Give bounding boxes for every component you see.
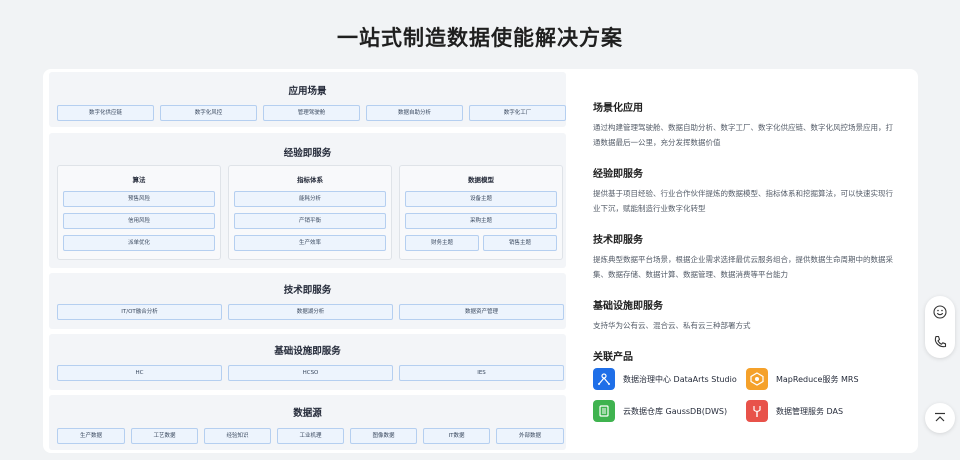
- floating-contact-bar: [925, 296, 955, 358]
- scenario-chip[interactable]: 数字化供应链: [57, 105, 154, 121]
- model-chip[interactable]: 产销平衡: [234, 213, 386, 229]
- product-mrs[interactable]: MapReduce服务 MRS: [746, 368, 859, 390]
- das-icon: [746, 400, 768, 422]
- model-chip[interactable]: 采购主题: [405, 213, 557, 229]
- model-chip[interactable]: 销售主题: [483, 235, 557, 251]
- source-chip[interactable]: 外部数据: [496, 428, 564, 444]
- data-source-layer: 数据源 生产数据 工艺数据 经验知识 工业机理 图像数据 IT数据 外部数据: [49, 395, 566, 450]
- product-label: 云数据仓库 GaussDB(DWS): [623, 406, 728, 416]
- infrastructure-layer: 基础设施即服务 HC HCSO IES: [49, 334, 566, 390]
- experience-layer-title: 经验即服务: [283, 148, 332, 159]
- product-das[interactable]: 数据管理服务 DAS: [746, 400, 843, 422]
- data-model-group: 数据模型 设备主题 采购主题 财务主题 销售主题: [399, 165, 563, 260]
- infrastructure-layer-title: 基础设施即服务: [274, 346, 341, 357]
- technology-chip[interactable]: 数据湖分析: [228, 304, 393, 320]
- model-chip[interactable]: 信用风险: [63, 213, 215, 229]
- description-text: 提炼典型数据平台场景，根据企业需求选择最优云服务组合，提供数据生命周期中的数据采…: [593, 255, 893, 279]
- technology-layer: 技术即服务 IT/OT融合分析 数据湖分析 数据资产管理: [49, 273, 566, 329]
- model-chip[interactable]: 生产效率: [234, 235, 386, 251]
- page-title: 一站式制造数据使能解决方案: [337, 26, 623, 50]
- related-products-title: 关联产品: [593, 352, 633, 363]
- source-chip[interactable]: 图像数据: [350, 428, 417, 444]
- infrastructure-chip[interactable]: IES: [399, 365, 564, 381]
- experience-layer: 经验即服务 算法 预售风险 信用风险 派单优化 指标体系 能耗分析 产销平衡 生…: [49, 133, 566, 268]
- smile-icon[interactable]: [925, 297, 955, 327]
- source-chip[interactable]: 工艺数据: [131, 428, 198, 444]
- scenario-chip[interactable]: 数字化风控: [160, 105, 257, 121]
- mrs-icon: [746, 368, 768, 390]
- product-label: 数据治理中心 DataArts Studio: [623, 374, 737, 384]
- scenario-layer: 应用场景 数字化供应链 数字化风控 管理驾驶舱 数据自助分析 数字化工厂: [49, 72, 566, 127]
- model-chip[interactable]: 派单优化: [63, 235, 215, 251]
- description-title: 基础设施即服务: [593, 301, 663, 312]
- scenario-chip[interactable]: 管理驾驶舱: [263, 105, 360, 121]
- description-title: 经验即服务: [593, 169, 643, 180]
- description-scenario: 场景化应用 通过构建管理驾驶舱、数据自助分析、数字工厂、数字化供应链、数字化风控…: [593, 99, 893, 150]
- model-chip[interactable]: 设备主题: [405, 191, 557, 207]
- product-label: 数据管理服务 DAS: [776, 406, 844, 416]
- description-technology: 技术即服务 提炼典型数据平台场景，根据企业需求选择最优云服务组合，提供数据生命周…: [593, 231, 893, 282]
- product-label: MapReduce服务 MRS: [776, 374, 859, 384]
- description-text: 提供基于项目经验、行业合作伙伴提炼的数据模型、指标体系和挖掘算法，可以快速实现行…: [593, 189, 893, 213]
- dataarts-icon: [593, 368, 615, 390]
- scenario-layer-title: 应用场景: [288, 86, 327, 97]
- group-title: 数据模型: [468, 176, 494, 184]
- description-text: 通过构建管理驾驶舱、数据自助分析、数字工厂、数字化供应链、数字化风控场景应用，打…: [593, 123, 893, 147]
- source-chip[interactable]: 生产数据: [57, 428, 125, 444]
- description-text: 支持华为公有云、混合云、私有云三种部署方式: [593, 321, 751, 330]
- group-title: 算法: [132, 176, 146, 184]
- architecture-diagram: 应用场景 数字化供应链 数字化风控 管理驾驶舱 数据自助分析 数字化工厂 经验即…: [46, 72, 569, 450]
- scenario-chip[interactable]: 数据自助分析: [366, 105, 463, 121]
- scenario-chip[interactable]: 数字化工厂: [469, 105, 566, 121]
- product-dws[interactable]: 云数据仓库 GaussDB(DWS): [593, 400, 727, 422]
- technology-chip[interactable]: 数据资产管理: [399, 304, 564, 320]
- indicator-group: 指标体系 能耗分析 产销平衡 生产效率: [228, 165, 392, 260]
- infrastructure-chip[interactable]: HC: [57, 365, 222, 381]
- technology-layer-title: 技术即服务: [283, 285, 332, 296]
- model-chip[interactable]: 能耗分析: [234, 191, 386, 207]
- technology-chip[interactable]: IT/OT融合分析: [57, 304, 222, 320]
- algorithm-group: 算法 预售风险 信用风险 派单优化: [57, 165, 221, 260]
- description-experience: 经验即服务 提供基于项目经验、行业合作伙伴提炼的数据模型、指标体系和挖掘算法，可…: [593, 165, 893, 216]
- description-title: 技术即服务: [593, 235, 643, 246]
- back-to-top-icon[interactable]: [925, 403, 955, 433]
- data-source-layer-title: 数据源: [293, 408, 322, 419]
- source-chip[interactable]: 工业机理: [277, 428, 344, 444]
- model-chip[interactable]: 预售风险: [63, 191, 215, 207]
- source-chip[interactable]: IT数据: [423, 428, 490, 444]
- phone-icon[interactable]: [925, 327, 955, 357]
- dws-icon: [593, 400, 615, 422]
- source-chip[interactable]: 经验知识: [204, 428, 271, 444]
- product-dataarts[interactable]: 数据治理中心 DataArts Studio: [593, 368, 737, 390]
- infrastructure-chip[interactable]: HCSO: [228, 365, 393, 381]
- model-chip[interactable]: 财务主题: [405, 235, 479, 251]
- group-title: 指标体系: [297, 176, 323, 184]
- description-infrastructure: 基础设施即服务 支持华为公有云、混合云、私有云三种部署方式: [593, 297, 893, 333]
- description-title: 场景化应用: [593, 103, 643, 114]
